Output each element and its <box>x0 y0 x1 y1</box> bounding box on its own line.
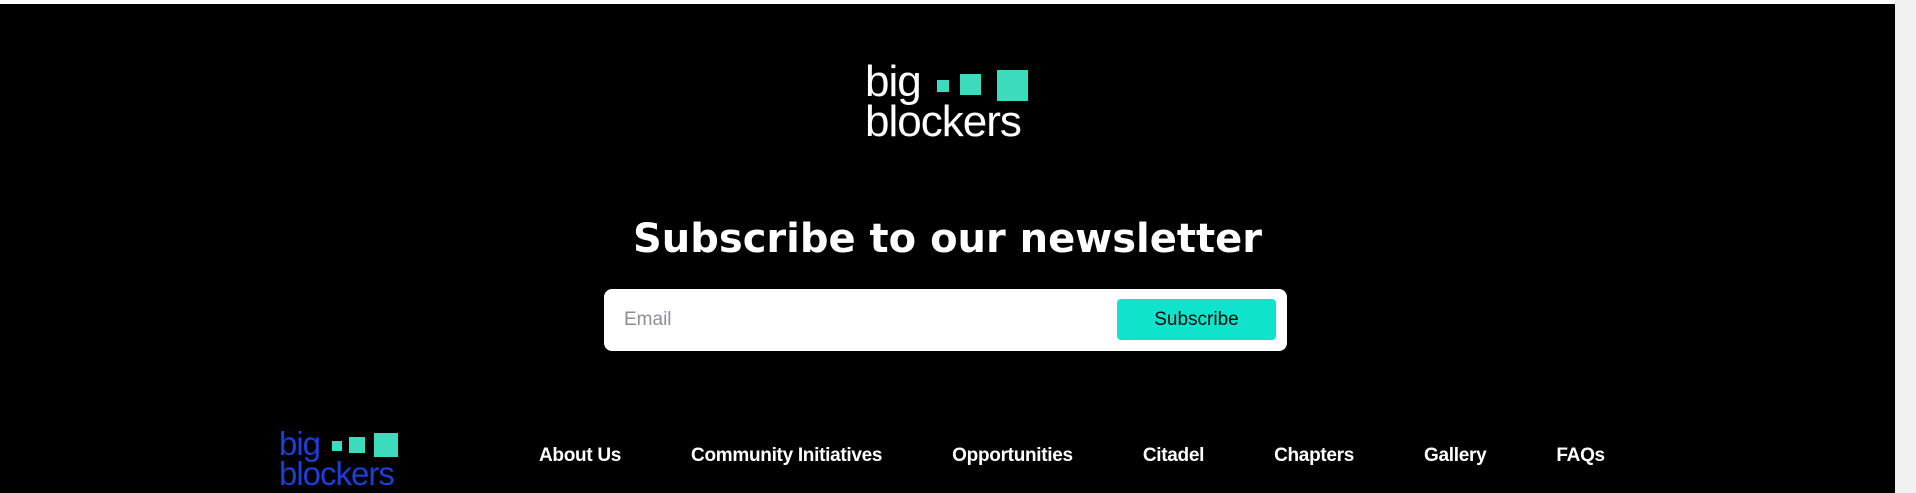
logo-word-blockers: blockers <box>865 97 1022 146</box>
footer-logo[interactable]: big blockers <box>279 427 409 491</box>
newsletter-form: Subscribe <box>604 289 1287 351</box>
hero-logo[interactable]: big blockers <box>865 60 1035 146</box>
subscribe-button[interactable]: Subscribe <box>1117 299 1276 340</box>
nav-link-opportunities[interactable]: Opportunities <box>952 445 1073 467</box>
nav-link-faqs[interactable]: FAQs <box>1556 445 1605 467</box>
page-scrollbar[interactable] <box>1895 0 1916 493</box>
logo-square-large-icon <box>997 70 1028 101</box>
nav-link-community-initiatives[interactable]: Community Initiatives <box>691 445 882 467</box>
newsletter-heading: Subscribe to our newsletter <box>632 216 1262 262</box>
nav-link-gallery[interactable]: Gallery <box>1424 445 1487 467</box>
footer-logo-square-small-icon <box>332 441 342 451</box>
nav-link-citadel[interactable]: Citadel <box>1143 445 1205 467</box>
email-input[interactable] <box>616 297 1112 343</box>
logo-square-small-icon <box>937 80 949 92</box>
page-background: big blockers Subscribe to our newsletter… <box>0 4 1895 493</box>
footer-logo-word-blockers: blockers <box>279 455 395 492</box>
footer-nav: About Us Community Initiatives Opportuni… <box>539 441 1605 471</box>
nav-link-about-us[interactable]: About Us <box>539 445 621 467</box>
footer-logo-square-medium-icon <box>349 437 365 453</box>
logo-square-medium-icon <box>960 74 981 95</box>
nav-link-chapters[interactable]: Chapters <box>1274 445 1354 467</box>
footer-logo-square-large-icon <box>374 433 398 457</box>
